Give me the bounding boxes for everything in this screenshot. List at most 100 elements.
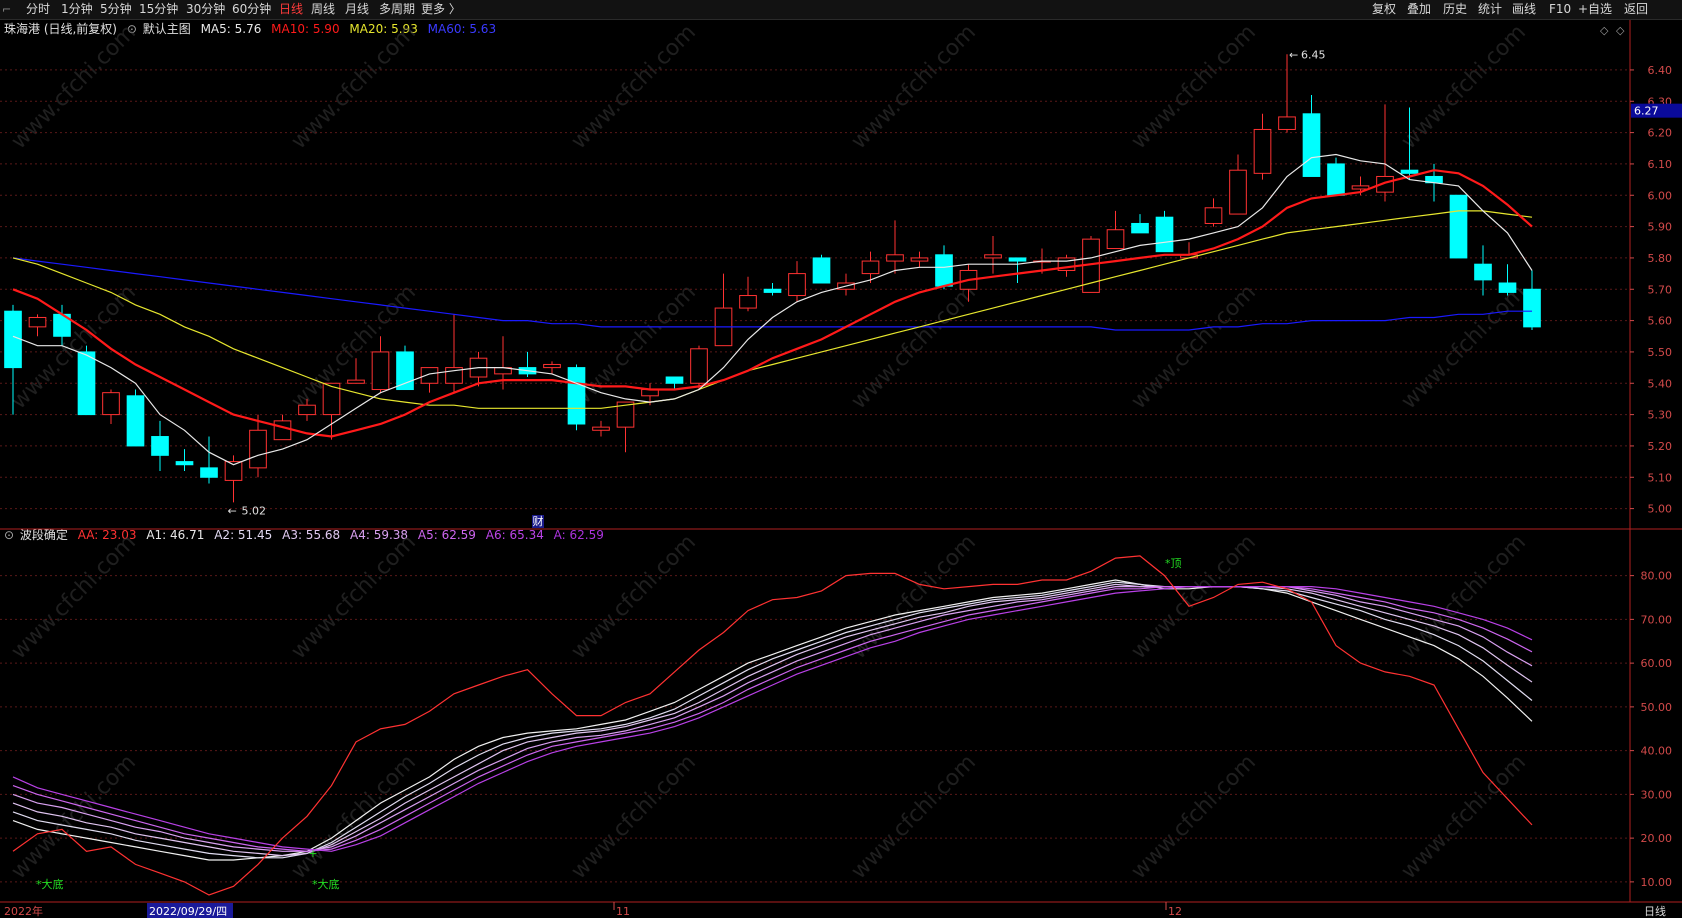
low-arrow: ← (228, 504, 237, 517)
candle-body (1229, 169, 1247, 215)
candle-body (886, 254, 904, 262)
candle-body (910, 257, 929, 262)
candle-body (200, 467, 218, 478)
watermark-text: www.cfchi.com (1127, 750, 1261, 884)
sub-tick-label: 60.00 (1641, 657, 1673, 670)
indicator-a2-line (12, 581, 1533, 859)
nov-label: 11 (616, 905, 630, 918)
candle-body (298, 404, 316, 416)
indicator-a1-line (12, 579, 1533, 861)
candle-body (28, 316, 47, 328)
high-label: 6.45 (1301, 48, 1326, 61)
candle-body (151, 436, 169, 456)
period-label: 日线 (1644, 904, 1666, 918)
price-tick-label: 6.40 (1648, 64, 1673, 77)
sub-tick-label: 80.00 (1641, 570, 1673, 583)
watermark-text: www.cfchi.com (847, 750, 981, 884)
watermark-text: www.cfchi.com (1127, 530, 1261, 664)
watermark-text: www.cfchi.com (567, 280, 701, 414)
candle-body (126, 395, 145, 447)
indicator-a5-line (12, 586, 1533, 852)
watermark-text: www.cfchi.com (567, 750, 701, 884)
candle-body (371, 351, 390, 391)
price-tick-label: 5.30 (1648, 409, 1673, 422)
indicator-a4-line (12, 586, 1533, 852)
watermark-text: www.cfchi.com (847, 530, 981, 664)
watermark-text: www.cfchi.com (1127, 20, 1261, 154)
candle-body (77, 351, 96, 416)
candle-body (690, 348, 708, 384)
top-signal-label: *顶 (1165, 557, 1182, 570)
price-tick-label: 5.60 (1648, 315, 1673, 328)
candle-body (935, 254, 953, 287)
indicator-a6-line (12, 586, 1533, 852)
candle-body (1131, 222, 1149, 234)
candle-body (102, 392, 120, 416)
price-tick-label: 5.00 (1648, 503, 1673, 516)
watermark-text: www.cfchi.com (567, 530, 701, 664)
watermark-text: www.cfchi.com (1397, 280, 1531, 414)
price-tick-label: 5.70 (1648, 283, 1673, 296)
watermark-text: www.cfchi.com (1127, 280, 1261, 414)
watermark-text: www.cfchi.com (1397, 750, 1531, 884)
candle-body (4, 310, 22, 369)
candle-body (1523, 288, 1541, 328)
candle-body (347, 379, 365, 384)
candle-body (1008, 257, 1027, 262)
candle-body (1278, 116, 1296, 130)
candle-body (1155, 216, 1174, 253)
selected-date: 2022/09/29/四 (149, 905, 227, 918)
price-tick-label: 5.20 (1648, 440, 1673, 453)
bottom-signal-label: *大底 (36, 877, 64, 891)
year-label: 2022年 (4, 904, 43, 918)
finance-marker: 财 (533, 514, 544, 528)
diamond-icon: ◇ (1616, 24, 1625, 37)
candle-body (665, 376, 684, 384)
candle-body (739, 295, 757, 309)
watermark-text: www.cfchi.com (287, 20, 421, 154)
candle-body (249, 429, 267, 469)
price-tick-label: 5.90 (1648, 221, 1673, 234)
ma20-line (12, 210, 1533, 409)
watermark-text: www.cfchi.com (847, 280, 981, 414)
candle-body (763, 288, 782, 293)
candle-body (1474, 263, 1492, 281)
bottom-cross-marker: + (308, 847, 317, 860)
candle-body (543, 363, 561, 369)
kline-chart[interactable]: www.cfchi.com www.cfchi.com www.cfchi.com w… (0, 0, 1682, 918)
price-tick-label: 5.50 (1648, 346, 1673, 359)
price-tick-label: 6.10 (1648, 158, 1673, 171)
candle-body (1204, 207, 1223, 224)
candle-body (788, 273, 806, 297)
ma10-line (12, 169, 1533, 438)
watermark-text: www.cfchi.com (1397, 20, 1531, 154)
watermark-text: www.cfchi.com (847, 20, 981, 154)
candle-body (984, 254, 1002, 259)
watermark-text: www.cfchi.com (287, 280, 421, 414)
sub-tick-label: 70.00 (1641, 613, 1673, 626)
price-tick-label: 5.40 (1648, 377, 1673, 390)
current-price-label: 6.27 (1634, 105, 1659, 118)
watermark-text: www.cfchi.com (287, 530, 421, 664)
price-tick-label: 5.80 (1648, 252, 1673, 265)
dec-label: 12 (1168, 905, 1182, 918)
candle-body (1351, 185, 1370, 190)
candle-body (1327, 163, 1345, 196)
candle-body (1253, 128, 1272, 174)
price-tick-label: 6.00 (1648, 189, 1673, 202)
candle-body (1400, 169, 1419, 174)
watermark-text: www.cfchi.com (7, 530, 141, 664)
sub-tick-label: 50.00 (1641, 701, 1673, 714)
candle-body (1449, 194, 1468, 259)
sub-tick-label: 30.00 (1641, 788, 1673, 801)
high-arrow: ← (1289, 48, 1298, 61)
candle-body (175, 461, 194, 466)
candle-body (1498, 282, 1517, 293)
candle-body (1106, 229, 1125, 250)
candle-body (420, 367, 439, 384)
candle-body (592, 426, 610, 431)
candle-body (861, 260, 880, 275)
watermark-text: www.cfchi.com (7, 280, 141, 414)
candle-body (1302, 113, 1321, 177)
watermark-text: www.cfchi.com (567, 20, 701, 154)
